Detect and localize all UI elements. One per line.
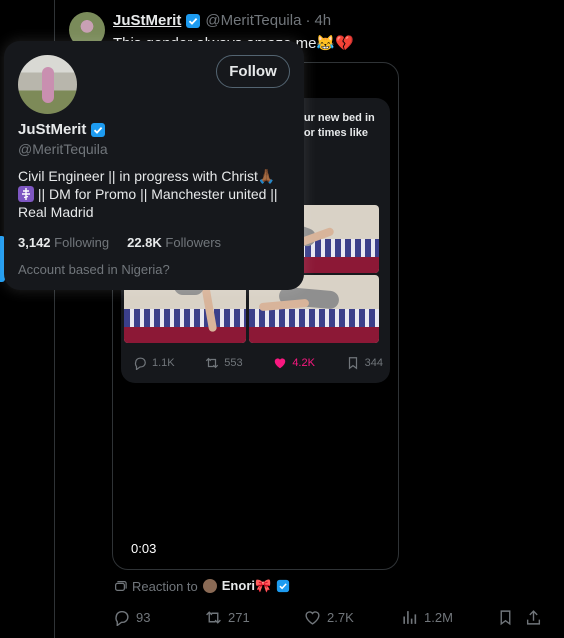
hover-card-name[interactable]: JuStMerit [18, 121, 86, 138]
tweet-actions: 93 271 2.7K 1.2M [113, 609, 543, 629]
reply-icon [134, 357, 146, 370]
author-handle[interactable]: @MeritTequila [205, 12, 301, 29]
account-location-link[interactable]: Account based in Nigeria? [18, 262, 170, 277]
repost-icon [206, 357, 219, 369]
share-button[interactable] [525, 609, 542, 626]
bio-part1: Civil Engineer || in progress with Chris… [18, 168, 276, 184]
bookmark-icon [500, 610, 511, 626]
hover-card-handle[interactable]: @MeritTequila [18, 141, 108, 157]
reaction-prefix: Reaction to [132, 578, 198, 594]
embedded-post-stats: 1.1K 553 4.2K 344 [133, 356, 383, 370]
author-name[interactable]: JuStMerit [113, 12, 181, 29]
reply-icon [115, 610, 129, 626]
views-count: 1.2M [424, 610, 453, 625]
like-icon [275, 358, 286, 369]
embedded-likes-count: 4.2K [292, 357, 315, 369]
share-icon [526, 610, 541, 625]
reaction-avatar [202, 579, 217, 593]
tweet-header: JuStMerit @MeritTequila · 4h [113, 12, 331, 29]
reply-count: 93 [136, 610, 151, 625]
embedded-text-line2: y for times like [291, 127, 369, 139]
followers-link[interactable]: 22.8K Followers [127, 235, 221, 250]
verified-badge-icon [277, 579, 290, 593]
bookmark-icon [348, 357, 357, 370]
hover-card-bio: Civil Engineer || in progress with Chris… [18, 167, 290, 221]
repost-count: 271 [228, 610, 250, 625]
embedded-likes: 4.2K [273, 356, 315, 370]
like-icon [305, 611, 320, 625]
views-icon [403, 611, 417, 624]
hover-card-avatar[interactable] [18, 55, 77, 114]
follow-button[interactable]: Follow [216, 55, 290, 88]
profile-hover-card: Follow JuStMerit @MeritTequila Civil Eng… [4, 41, 304, 290]
embedded-replies-count: 1.1K [152, 357, 175, 369]
followers-count: 22.8K [127, 235, 162, 250]
embedded-views: 344 [346, 356, 383, 370]
embedded-text-line1: your new bed in [291, 112, 375, 124]
following-count: 3,142 [18, 235, 51, 250]
reaction-icon [115, 581, 127, 591]
embedded-views-count: 344 [364, 357, 383, 369]
like-button[interactable]: 2.7K [304, 609, 354, 626]
embedded-replies: 1.1K [133, 356, 175, 370]
reaction-name[interactable]: Enori🎀 [222, 578, 271, 594]
tweet-time[interactable]: 4h [314, 12, 331, 29]
embedded-reposts-count: 553 [224, 357, 243, 369]
verified-badge-icon [186, 13, 201, 28]
repost-button[interactable]: 271 [205, 609, 250, 626]
embedded-post-text: your new bed in y for times like [291, 111, 391, 141]
hover-card-stats: 3,142 Following 22.8K Followers [18, 235, 221, 250]
verified-badge-icon [91, 122, 106, 137]
like-count: 2.7K [327, 610, 354, 625]
following-label: Following [54, 235, 110, 250]
reaction-context[interactable]: Reaction to Enori🎀 [113, 578, 290, 594]
views-button[interactable]: 1.2M [401, 609, 453, 626]
followers-label: Followers [165, 235, 222, 250]
bio-part2: || DM for Promo || Manchester united || … [18, 186, 278, 220]
repost-icon [206, 611, 221, 624]
following-link[interactable]: 3,142 Following [18, 235, 109, 250]
hover-card-name-row: JuStMerit [18, 121, 106, 138]
orthodox-cross-icon [18, 186, 34, 202]
time-separator: · [305, 12, 311, 29]
reply-button[interactable]: 93 [113, 609, 150, 626]
video-duration: 0:03 [131, 541, 157, 556]
embedded-reposts: 553 [205, 356, 243, 370]
bookmark-button[interactable] [497, 609, 514, 626]
